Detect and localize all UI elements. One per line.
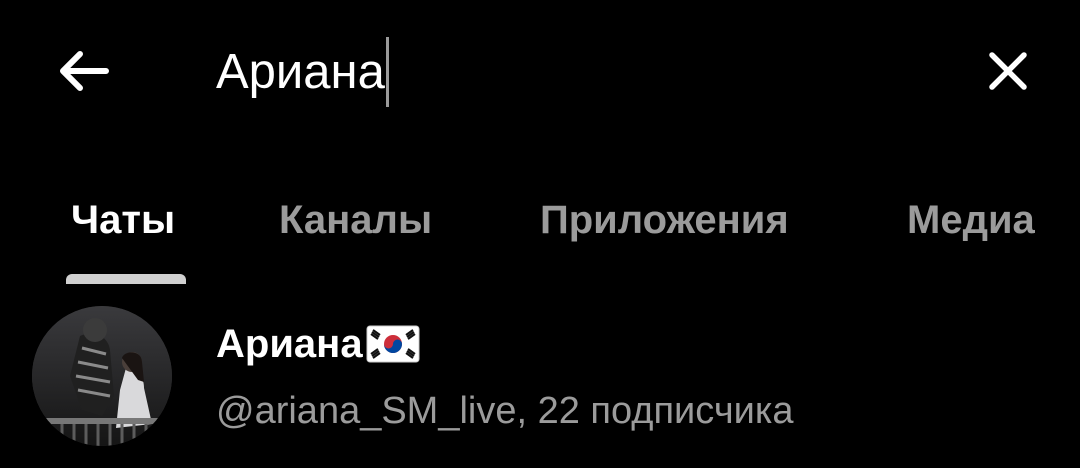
south-korea-flag-icon <box>366 325 420 363</box>
avatar-image <box>32 306 172 446</box>
tab-apps[interactable]: Приложения <box>540 188 789 260</box>
avatar <box>32 306 172 446</box>
close-icon <box>989 52 1027 90</box>
clear-search-button[interactable] <box>978 42 1038 100</box>
search-input-wrap[interactable]: Ариана <box>216 36 389 108</box>
result-title: Ариана <box>216 318 421 370</box>
tab-channels[interactable]: Каналы <box>279 188 432 260</box>
arrow-left-icon <box>60 51 109 91</box>
back-button[interactable] <box>52 42 114 100</box>
search-tabs: Чаты Каналы Приложения Медиа <box>0 188 1080 288</box>
tab-media[interactable]: Медиа <box>907 188 1035 260</box>
result-subtitle: @ariana_SM_live, 22 подписчика <box>216 390 794 432</box>
search-bar: Ариана <box>0 0 1080 140</box>
result-title-text: Ариана <box>216 321 363 366</box>
search-result-item[interactable]: Ариана @ariana_SM_live, 22 подписчика <box>0 298 1080 468</box>
active-tab-indicator <box>66 274 186 284</box>
text-caret <box>385 37 389 107</box>
tab-chats[interactable]: Чаты <box>71 188 175 260</box>
search-input[interactable]: Ариана <box>216 36 385 108</box>
